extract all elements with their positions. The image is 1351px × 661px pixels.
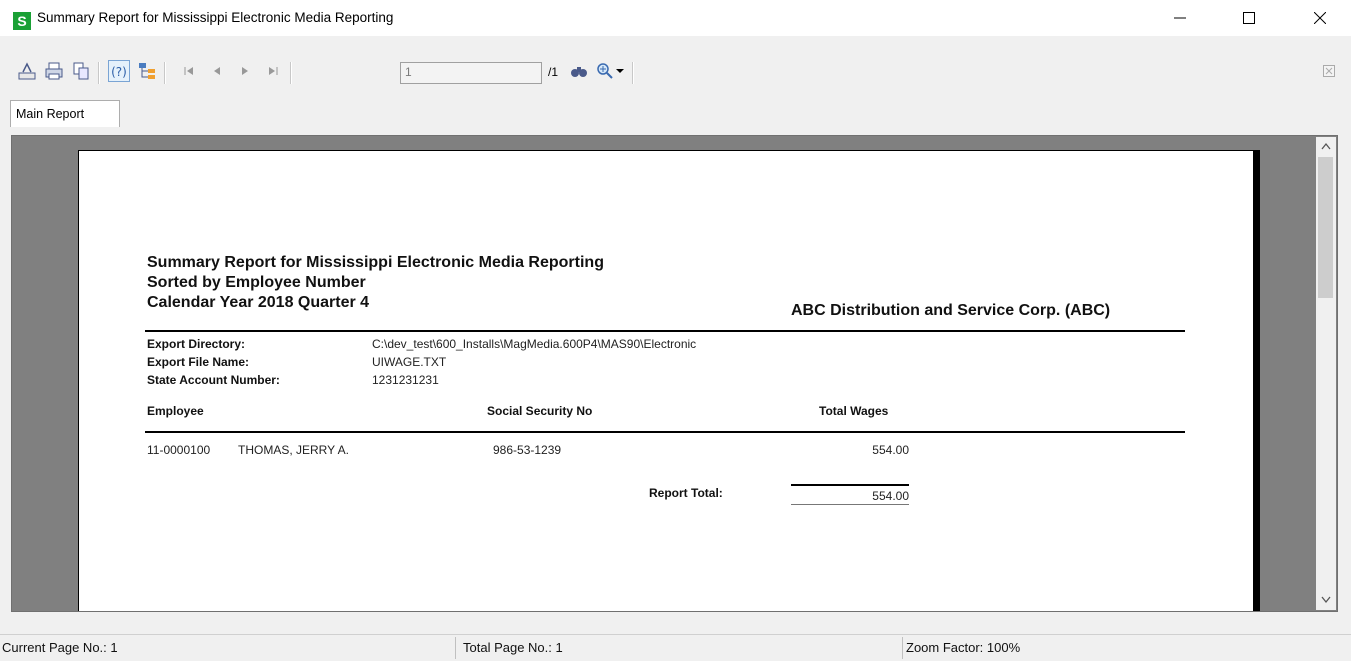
export-file-value: UIWAGE.TXT	[372, 355, 447, 369]
employee-ssn: 986-53-1239	[493, 443, 562, 457]
close-window-button[interactable]	[1297, 0, 1343, 36]
export-file-label: Export File Name:	[147, 355, 250, 369]
report-title: Summary Report for Mississippi Electroni…	[147, 254, 604, 271]
employee-number: 11-0000100	[147, 443, 211, 457]
toolbar-separator	[98, 62, 100, 84]
prev-page-icon	[214, 67, 220, 75]
column-header-employee: Employee	[147, 404, 204, 418]
column-header-total-wages: Total Wages	[819, 404, 889, 418]
zoom-button[interactable]	[594, 60, 616, 82]
toolbar-separator	[632, 62, 634, 84]
company-name: ABC Distribution and Service Corp. (ABC)	[791, 302, 1111, 319]
vertical-scrollbar[interactable]	[1316, 137, 1336, 610]
maximize-icon	[1243, 12, 1255, 24]
state-account-label: State Account Number:	[147, 373, 280, 387]
export-directory-value: C:\dev_test\600_Installs\MagMedia.600P4\…	[372, 337, 697, 351]
tab-main-report[interactable]: Main Report	[10, 100, 120, 127]
status-current-page: Current Page No.: 1	[2, 640, 118, 655]
employee-name: THOMAS, JERRY A.	[238, 443, 349, 457]
export-directory-label: Export Directory:	[147, 337, 246, 351]
total-underline	[791, 504, 909, 505]
copy-icon	[73, 62, 89, 80]
employee-wages: 554.00	[872, 443, 909, 457]
status-bar: Current Page No.: 1 Total Page No.: 1 Zo…	[0, 634, 1351, 661]
column-rule	[145, 431, 1185, 433]
close-view-button[interactable]	[1318, 60, 1340, 82]
group-tree-icon	[139, 63, 155, 79]
last-page-icon	[269, 67, 278, 75]
title-bar: S Summary Report for Mississippi Electro…	[0, 0, 1351, 36]
status-separator	[455, 637, 456, 659]
state-account-value: 1231231231	[372, 373, 439, 387]
status-zoom-factor: Zoom Factor: 100%	[906, 640, 1021, 655]
zoom-icon	[597, 63, 613, 79]
last-page-button[interactable]	[262, 60, 284, 82]
export-icon	[18, 62, 36, 80]
scroll-down-icon[interactable]	[1321, 596, 1331, 604]
search-icon	[571, 67, 587, 77]
report-page: Summary Report for Mississippi Electroni…	[78, 150, 1254, 611]
column-header-ssn: Social Security No	[487, 404, 593, 418]
help-button[interactable]: (?)	[108, 60, 130, 82]
svg-text:(?): (?)	[111, 65, 127, 79]
toolbar-separator	[290, 62, 292, 84]
report-subtitle-sort: Sorted by Employee Number	[147, 274, 366, 291]
prev-page-button[interactable]	[206, 60, 228, 82]
report-total-value: 554.00	[872, 489, 909, 503]
help-icon: (?)	[111, 65, 127, 79]
next-page-icon	[242, 67, 248, 75]
status-total-page: Total Page No.: 1	[463, 640, 563, 655]
header-rule	[145, 330, 1185, 332]
copy-button[interactable]	[70, 60, 92, 82]
toolbar: (?) 1 /1	[0, 56, 1351, 94]
close-icon	[1314, 12, 1326, 24]
minimize-icon	[1174, 17, 1186, 19]
report-total-label: Report Total:	[649, 486, 723, 500]
report-subtitle-period: Calendar Year 2018 Quarter 4	[147, 294, 370, 311]
first-page-button[interactable]	[178, 60, 200, 82]
page-number-input[interactable]: 1	[400, 62, 542, 84]
page-total-label: /1	[548, 65, 559, 79]
first-page-icon	[184, 67, 193, 75]
export-button[interactable]	[16, 60, 38, 82]
zoom-dropdown-button[interactable]	[614, 60, 626, 82]
zoom-dropdown-icon	[616, 69, 624, 73]
maximize-button[interactable]	[1226, 0, 1272, 36]
minimize-button[interactable]	[1157, 0, 1203, 36]
search-button[interactable]	[568, 60, 590, 82]
scroll-up-icon[interactable]	[1321, 142, 1331, 150]
window-title: Summary Report for Mississippi Electroni…	[37, 10, 394, 25]
total-rule	[791, 484, 909, 486]
next-page-button[interactable]	[234, 60, 256, 82]
print-button[interactable]	[43, 60, 65, 82]
status-separator	[902, 637, 903, 659]
app-icon: S	[13, 12, 31, 30]
scrollbar-thumb[interactable]	[1318, 157, 1333, 298]
close-view-icon	[1323, 65, 1335, 77]
toolbar-separator	[164, 62, 166, 84]
group-tree-button[interactable]	[136, 60, 158, 82]
print-icon	[45, 62, 63, 80]
report-viewer[interactable]: Summary Report for Mississippi Electroni…	[11, 135, 1338, 612]
